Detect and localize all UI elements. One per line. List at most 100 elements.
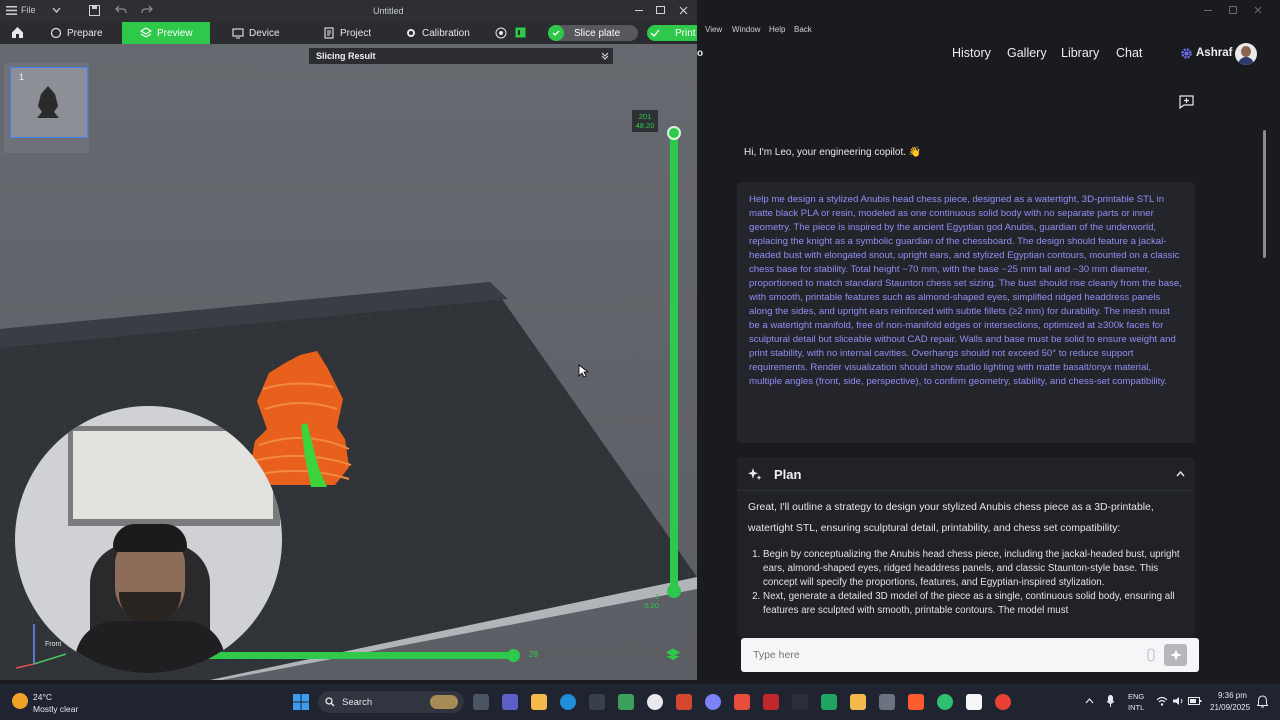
move-slider-handle[interactable]: [507, 649, 520, 662]
move-slider-track[interactable]: [200, 652, 516, 659]
chrome-icon[interactable]: [995, 694, 1011, 710]
chat-input[interactable]: [741, 638, 1141, 672]
nav-library[interactable]: Library: [1061, 46, 1099, 60]
plan-header[interactable]: Plan: [737, 457, 1195, 491]
chat-scrollbar[interactable]: [1263, 130, 1266, 258]
language-line1[interactable]: ENG: [1128, 692, 1144, 701]
layers-toggle-icon[interactable]: [666, 648, 680, 662]
wifi-icon[interactable]: [495, 27, 507, 39]
wifi-icon[interactable]: [1156, 696, 1168, 706]
tab-project[interactable]: Project: [323, 22, 371, 44]
tab-calibration[interactable]: Calibration: [405, 22, 470, 44]
plan-title: Plan: [774, 467, 802, 482]
app-icon[interactable]: [589, 694, 605, 710]
minimize-button[interactable]: [635, 10, 643, 11]
battery-icon[interactable]: [1188, 696, 1202, 706]
undo-icon[interactable]: [115, 5, 127, 15]
slice-plate-button[interactable]: Slice plate: [548, 25, 638, 41]
search-label: Search: [342, 697, 373, 708]
taskbar-search[interactable]: Search: [318, 691, 464, 713]
media-app-icon[interactable]: [734, 694, 750, 710]
calculator-icon[interactable]: [618, 694, 634, 710]
menu-view[interactable]: View: [705, 25, 722, 34]
tab-calibration-label: Calibration: [422, 27, 470, 39]
redo-icon[interactable]: [141, 5, 153, 15]
acrobat-icon[interactable]: [763, 694, 779, 710]
send-button[interactable]: [1164, 644, 1187, 666]
logo-fragment: o: [697, 48, 704, 59]
project-icon: [324, 27, 334, 39]
print-label: Print: [675, 27, 696, 39]
green-app-icon[interactable]: [937, 694, 953, 710]
volume-icon[interactable]: [1172, 696, 1184, 706]
slicer-app-icon[interactable]: [908, 694, 924, 710]
move-slider-value: 28: [529, 650, 538, 659]
chat-input-box[interactable]: [741, 638, 1199, 672]
layer-top-value: 201: [638, 112, 652, 121]
new-chat-icon[interactable]: [1179, 95, 1194, 109]
pen-app-icon[interactable]: [676, 694, 692, 710]
design-app-icon[interactable]: [792, 694, 808, 710]
chat-app-window: o View Window Help Back History Gallery …: [697, 0, 1280, 680]
language-line2[interactable]: INTL: [1128, 703, 1144, 712]
close-icon[interactable]: [1254, 6, 1262, 14]
task-view-icon[interactable]: [473, 694, 489, 710]
user-name[interactable]: Ashraf: [1196, 47, 1232, 59]
home-icon[interactable]: [11, 26, 24, 39]
teams-icon[interactable]: [502, 694, 518, 710]
close-icon[interactable]: [679, 6, 688, 15]
chevron-up-icon[interactable]: [1085, 698, 1094, 704]
clock-time[interactable]: 9:36 pm: [1218, 691, 1247, 700]
slicing-result-label: Slicing Result: [316, 51, 376, 61]
file-menu[interactable]: File: [6, 5, 36, 15]
plan-steps: Begin by conceptualizing the Anubis head…: [763, 548, 1183, 618]
layers-icon: [140, 27, 152, 38]
wall-poster: [68, 426, 280, 526]
double-chevron-down-icon[interactable]: [601, 52, 609, 60]
layer-bottom-height: 0.20: [644, 601, 659, 610]
settings-app-icon[interactable]: [705, 694, 721, 710]
3d-viewport[interactable]: 1 201 48.20 1 0.20 28 Front: [0, 44, 697, 680]
layer-slider-bottom-handle[interactable]: [667, 584, 681, 598]
layer-slider-track[interactable]: [670, 132, 678, 592]
weather-desc: Mostly clear: [33, 704, 79, 714]
notepad-icon[interactable]: [966, 694, 982, 710]
app-circle-icon[interactable]: [647, 694, 663, 710]
menu-window[interactable]: Window: [732, 25, 760, 34]
chevron-down-icon[interactable]: [52, 7, 61, 14]
sd-card-icon[interactable]: [515, 27, 526, 38]
weather-icon[interactable]: [12, 693, 28, 709]
microphone-icon[interactable]: [1106, 694, 1115, 708]
windows-start-icon[interactable]: [293, 694, 309, 710]
search-highlight-icon: [430, 695, 458, 709]
layer-top-label: 201 48.20: [632, 110, 658, 132]
notification-bell-icon[interactable]: [1257, 695, 1268, 708]
settings-gear-icon[interactable]: [1180, 47, 1193, 60]
nav-chat[interactable]: Chat: [1116, 46, 1142, 60]
tab-device[interactable]: Device: [232, 22, 280, 44]
tab-prepare[interactable]: Prepare: [50, 22, 103, 44]
menu-help[interactable]: Help: [769, 25, 785, 34]
slicing-result-panel[interactable]: Slicing Result: [309, 48, 613, 64]
chevron-up-icon[interactable]: [1176, 471, 1185, 477]
minimize-button[interactable]: [1204, 10, 1212, 11]
layer-slider-top-handle[interactable]: [667, 126, 681, 140]
avatar[interactable]: [1235, 43, 1257, 65]
clock-date[interactable]: 21/09/2025: [1210, 703, 1250, 712]
menu-back[interactable]: Back: [794, 25, 812, 34]
save-icon[interactable]: [89, 5, 100, 16]
cube-icon: [50, 27, 62, 39]
slicer-window: File Untitled Prepare Preview Device Pro…: [0, 0, 697, 680]
edge-icon[interactable]: [560, 694, 576, 710]
nav-gallery[interactable]: Gallery: [1007, 46, 1047, 60]
file-explorer-icon[interactable]: [531, 694, 547, 710]
tab-preview[interactable]: Preview: [122, 22, 210, 44]
maximize-button[interactable]: [656, 6, 665, 14]
paperclip-icon[interactable]: [1147, 648, 1155, 662]
print-button[interactable]: Print: [647, 25, 697, 41]
bambu-studio-icon[interactable]: [821, 694, 837, 710]
folder-icon[interactable]: [850, 694, 866, 710]
tools-app-icon[interactable]: [879, 694, 895, 710]
nav-history[interactable]: History: [952, 46, 991, 60]
maximize-button[interactable]: [1229, 6, 1237, 14]
